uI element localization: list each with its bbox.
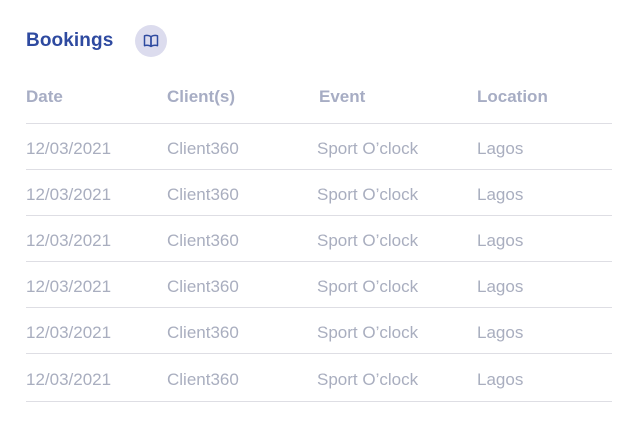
table-row[interactable]: 12/03/2021 Client360 Sport O’clock Lagos bbox=[26, 216, 612, 262]
cell-location: Lagos bbox=[477, 138, 524, 158]
column-header-event[interactable]: Event bbox=[317, 78, 477, 123]
column-header-date[interactable]: Date bbox=[26, 78, 167, 123]
cell-location: Lagos bbox=[477, 276, 524, 296]
bookings-panel: Bookings Date Client(s) Event Location 1… bbox=[0, 0, 638, 441]
cell-event: Sport O’clock bbox=[317, 322, 419, 342]
cell-date: 12/03/2021 bbox=[26, 322, 112, 342]
cell-date: 12/03/2021 bbox=[26, 138, 112, 158]
cell-client: Client360 bbox=[167, 369, 239, 389]
book-button[interactable] bbox=[135, 25, 168, 57]
cell-client: Client360 bbox=[167, 230, 239, 250]
cell-date: 12/03/2021 bbox=[26, 230, 112, 250]
cell-client: Client360 bbox=[167, 276, 239, 296]
table-row[interactable]: 12/03/2021 Client360 Sport O’clock Lagos bbox=[26, 308, 612, 354]
column-header-location[interactable]: Location bbox=[477, 78, 612, 123]
cell-event: Sport O’clock bbox=[317, 184, 419, 204]
cell-location: Lagos bbox=[477, 230, 524, 250]
book-open-icon bbox=[143, 34, 159, 48]
cell-client: Client360 bbox=[167, 322, 239, 342]
cell-event: Sport O’clock bbox=[317, 230, 419, 250]
table-row[interactable]: 12/03/2021 Client360 Sport O’clock Lagos bbox=[26, 124, 612, 170]
cell-location: Lagos bbox=[477, 369, 524, 389]
table-row[interactable]: 12/03/2021 Client360 Sport O’clock Lagos bbox=[26, 354, 612, 402]
cell-date: 12/03/2021 bbox=[26, 184, 112, 204]
bookings-table: Date Client(s) Event Location 12/03/2021… bbox=[26, 78, 612, 402]
cell-location: Lagos bbox=[477, 184, 524, 204]
cell-date: 12/03/2021 bbox=[26, 276, 112, 296]
cell-location: Lagos bbox=[477, 322, 524, 342]
cell-date: 12/03/2021 bbox=[26, 369, 112, 389]
cell-event: Sport O’clock bbox=[317, 138, 419, 158]
cell-client: Client360 bbox=[167, 138, 239, 158]
cell-event: Sport O’clock bbox=[317, 276, 419, 296]
table-row[interactable]: 12/03/2021 Client360 Sport O’clock Lagos bbox=[26, 262, 612, 308]
page-title: Bookings bbox=[26, 30, 114, 51]
table-header-row: Date Client(s) Event Location bbox=[26, 78, 612, 124]
table-row[interactable]: 12/03/2021 Client360 Sport O’clock Lagos bbox=[26, 170, 612, 216]
cell-event: Sport O’clock bbox=[317, 369, 419, 389]
bookings-header: Bookings bbox=[26, 25, 168, 57]
column-header-clients[interactable]: Client(s) bbox=[167, 78, 317, 123]
cell-client: Client360 bbox=[167, 184, 239, 204]
